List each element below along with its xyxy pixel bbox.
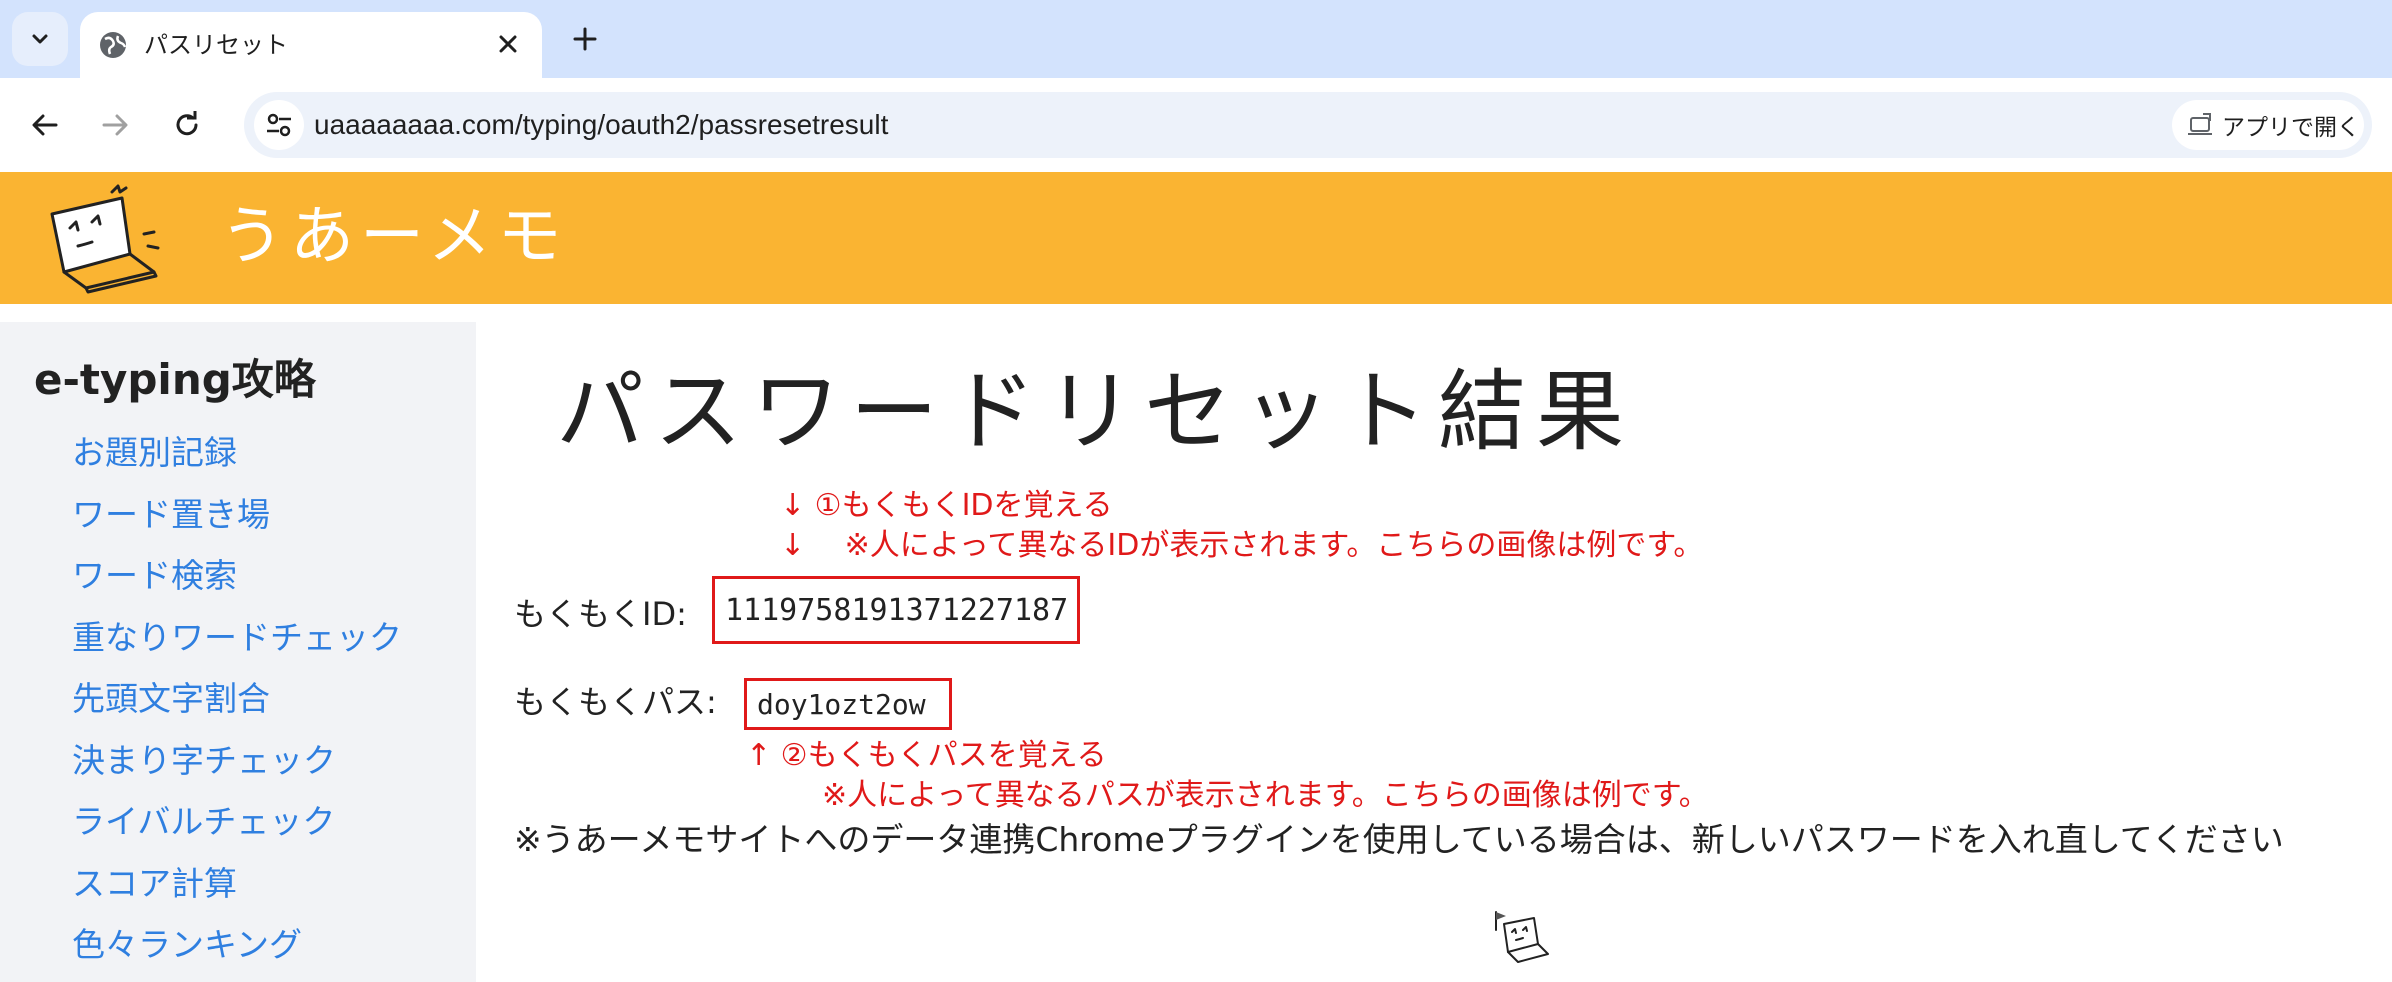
sidebar-item-first-char-ratio[interactable]: 先頭文字割合 <box>72 668 402 730</box>
site-info-button[interactable] <box>254 100 304 150</box>
chevron-down-icon <box>32 34 48 44</box>
annotation-remember-id: ↓ ①もくもくIDを覚える <box>780 488 1113 523</box>
sidebar-item-word-storage[interactable]: ワード置き場 <box>72 484 402 546</box>
id-label: もくもくID: <box>514 595 687 633</box>
back-button[interactable] <box>22 102 68 148</box>
address-bar[interactable]: uaaaaaaaa.com/typing/oauth2/passresetres… <box>244 92 2372 158</box>
id-value: 1119758191371227187 <box>725 592 1069 628</box>
url-text[interactable]: uaaaaaaaa.com/typing/oauth2/passresetres… <box>314 106 888 144</box>
sidebar-item-overlap-check[interactable]: 重なりワードチェック <box>72 607 402 669</box>
browser-tab-strip: パスリセット <box>0 0 2392 78</box>
globe-icon <box>100 32 127 58</box>
site-header: うあーメモ <box>0 172 2392 304</box>
reload-icon <box>176 111 198 136</box>
arrow-left-icon <box>32 114 58 136</box>
pass-label: もくもくパス: <box>514 683 717 721</box>
annotation-pass-example: ※人によって異なるパスが表示されます。こちらの画像は例です。 <box>822 778 1709 813</box>
plus-icon <box>573 27 597 51</box>
arrow-right-icon <box>102 114 128 136</box>
sidebar-item-topic-records[interactable]: お題別記録 <box>72 422 402 484</box>
page-title: パスワードリセット結果 <box>556 360 1635 463</box>
tab-title: パスリセット <box>144 31 288 59</box>
new-tab-button[interactable] <box>564 18 606 60</box>
chrome-plugin-note: ※うあーメモサイトへのデータ連携Chromeプラグインを使用している場合は、新し… <box>514 820 2284 859</box>
tab-search-button[interactable] <box>12 12 68 66</box>
sidebar-item-word-search[interactable]: ワード検索 <box>72 545 402 607</box>
laptop-mascot-logo[interactable] <box>34 180 194 300</box>
pass-value-box: doy1ozt2ow <box>744 678 952 730</box>
close-tab-button[interactable] <box>490 26 526 62</box>
sidebar-item-rival-check[interactable]: ライバルチェック <box>72 791 402 853</box>
site-title[interactable]: うあーメモ <box>220 192 567 282</box>
sidebar-heading: e-typing攻略 <box>34 355 316 404</box>
annotation-id-example: ↓ ※人によって異なるIDが表示されます。こちらの画像は例です。 <box>780 528 1704 563</box>
open-in-app-label: アプリで開く <box>2222 115 2360 141</box>
reload-button[interactable] <box>164 102 210 148</box>
close-icon <box>499 35 517 53</box>
sidebar-menu: お題別記録 ワード置き場 ワード検索 重なりワードチェック 先頭文字割合 決まり… <box>72 422 402 976</box>
laptop-mascot-small-icon <box>1495 911 1549 963</box>
tune-icon <box>267 113 291 137</box>
forward-button[interactable] <box>92 102 138 148</box>
sidebar-item-score-calc[interactable]: スコア計算 <box>72 853 402 915</box>
active-tab[interactable]: パスリセット <box>80 12 542 78</box>
id-value-box: 1119758191371227187 <box>712 576 1080 644</box>
sidebar-item-rankings[interactable]: 色々ランキング <box>72 914 402 976</box>
sidebar: e-typing攻略 お題別記録 ワード置き場 ワード検索 重なりワードチェック… <box>0 322 476 982</box>
open-in-app-button[interactable]: アプリで開く <box>2172 100 2364 150</box>
open-app-icon <box>2188 113 2212 135</box>
browser-toolbar: uaaaaaaaa.com/typing/oauth2/passresetres… <box>0 78 2392 172</box>
pass-value: doy1ozt2ow <box>757 687 926 721</box>
sidebar-item-decided-char-check[interactable]: 決まり字チェック <box>72 730 402 792</box>
annotation-remember-pass: ↑ ②もくもくパスを覚える <box>746 738 1107 773</box>
